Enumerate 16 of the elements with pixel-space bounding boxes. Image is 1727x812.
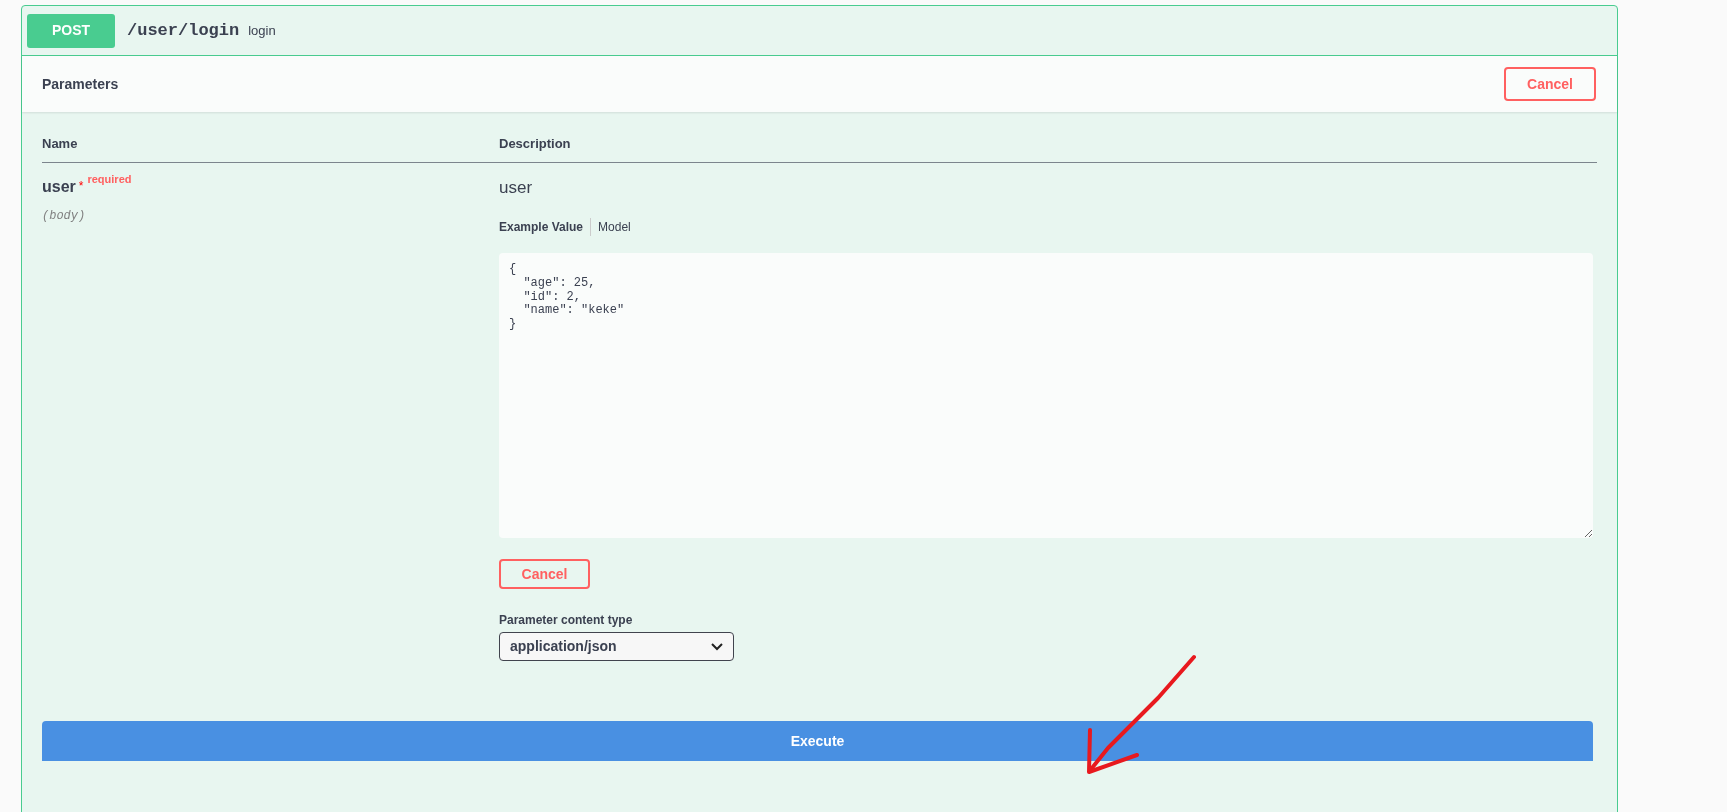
tab[interactable]: Model: [590, 218, 638, 236]
endpoint-summary: login: [248, 21, 276, 40]
endpoint-path: /user/login: [127, 19, 240, 42]
parameter-description: user: [499, 176, 534, 199]
content-type-select[interactable]: application/json: [499, 632, 734, 661]
section-title: Parameters: [42, 74, 119, 94]
parameter-name: user: [42, 177, 76, 195]
json-editor-field[interactable]: { "age": 25, "id": 2, "name": "keke" }: [499, 253, 1593, 538]
column-header: Name: [42, 135, 79, 153]
required-asterisk: *: [78, 178, 84, 193]
required-label: required: [87, 172, 132, 185]
field-label: Parameter content type: [499, 612, 634, 629]
chevron-down-icon: [711, 642, 723, 651]
column-header: Description: [499, 135, 572, 153]
tab[interactable]: Example Value: [499, 218, 591, 236]
parameter-location: (body): [42, 207, 87, 225]
